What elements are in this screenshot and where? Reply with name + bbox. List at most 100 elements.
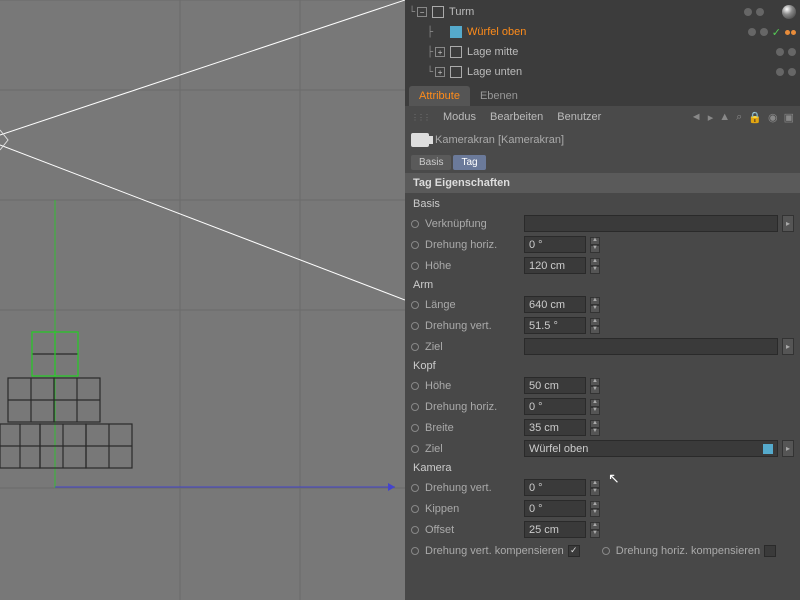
object-label[interactable]: Turm <box>449 6 736 18</box>
cube-icon <box>763 444 773 454</box>
sphere-icon <box>782 5 796 19</box>
visibility-dot[interactable] <box>760 28 768 36</box>
spinner[interactable]: ▲▼ <box>590 297 600 313</box>
prop-drehung-horiz: Drehung horiz. ▲▼ <box>405 234 800 255</box>
keyframe-dot[interactable] <box>411 403 419 411</box>
check-icon: ✓ <box>772 26 781 39</box>
prop-kopf-ziel: Ziel Würfel oben ▸ <box>405 438 800 459</box>
keyframe-dot[interactable] <box>411 424 419 432</box>
visibility-dot[interactable] <box>788 48 796 56</box>
hierarchy-item[interactable]: ├ + Lage mitte <box>405 42 800 62</box>
object-header: Kamerakran [Kamerakran] <box>405 128 800 152</box>
object-label[interactable]: Lage mitte <box>467 46 768 58</box>
spinner[interactable]: ▲▼ <box>590 318 600 334</box>
expand-toggle[interactable]: + <box>435 67 445 77</box>
keyframe-dot[interactable] <box>602 547 610 555</box>
nav-back-icon[interactable]: ◄ <box>691 111 702 124</box>
prop-kopf-hoehe: Höhe ▲▼ <box>405 375 800 396</box>
keyframe-dot[interactable] <box>411 484 419 492</box>
keyframe-dot[interactable] <box>411 301 419 309</box>
prop-laenge: Länge ▲▼ <box>405 294 800 315</box>
link-field[interactable] <box>524 338 778 355</box>
mode-tab-tag[interactable]: Tag <box>453 155 485 170</box>
target-icon[interactable]: ◉ <box>768 111 778 124</box>
nav-up-icon[interactable]: ▲ <box>719 111 730 124</box>
prop-kam-drehung-vert: Drehung vert. ▲▼ <box>405 477 800 498</box>
group-basis: Basis <box>405 195 800 213</box>
visibility-dot[interactable] <box>776 68 784 76</box>
group-kopf: Kopf <box>405 357 800 375</box>
object-label[interactable]: Würfel oben <box>467 26 740 38</box>
link-field[interactable] <box>524 215 778 232</box>
value-input[interactable] <box>524 257 586 274</box>
link-picker-icon[interactable]: ▸ <box>782 338 794 355</box>
visibility-dot[interactable] <box>748 28 756 36</box>
checkbox[interactable] <box>764 545 776 557</box>
group-kamera: Kamera <box>405 459 800 477</box>
mode-tab-basis[interactable]: Basis <box>411 155 451 170</box>
object-name: Kamerakran [Kamerakran] <box>435 134 564 146</box>
link-value: Würfel oben <box>529 443 588 455</box>
tab-attribute[interactable]: Attribute <box>409 86 470 106</box>
menu-benutzer[interactable]: Benutzer <box>557 111 601 123</box>
menu-bearbeiten[interactable]: Bearbeiten <box>490 111 543 123</box>
keyframe-dot[interactable] <box>411 505 419 513</box>
value-input[interactable] <box>524 521 586 538</box>
link-picker-icon[interactable]: ▸ <box>782 440 794 457</box>
object-label[interactable]: Lage unten <box>467 66 768 78</box>
keyframe-dot[interactable] <box>411 445 419 453</box>
spinner[interactable]: ▲▼ <box>590 420 600 436</box>
value-input[interactable] <box>524 377 586 394</box>
value-input[interactable] <box>524 398 586 415</box>
expand-toggle[interactable]: − <box>417 7 427 17</box>
value-input[interactable] <box>524 500 586 517</box>
spinner[interactable]: ▲▼ <box>590 501 600 517</box>
nav-fwd-icon[interactable]: ▸ <box>708 111 714 124</box>
keyframe-dot[interactable] <box>411 241 419 249</box>
tag-icon[interactable] <box>785 30 796 35</box>
keyframe-dot[interactable] <box>411 526 419 534</box>
value-input[interactable] <box>524 419 586 436</box>
visibility-dot[interactable] <box>744 8 752 16</box>
hierarchy-item[interactable]: └ − Turm <box>405 2 800 22</box>
checkbox[interactable]: ✓ <box>568 545 580 557</box>
keyframe-dot[interactable] <box>411 322 419 330</box>
keyframe-dot[interactable] <box>411 343 419 351</box>
spinner[interactable]: ▲▼ <box>590 378 600 394</box>
prop-verknuepfung: Verknüpfung ▸ <box>405 213 800 234</box>
hierarchy-item[interactable]: └ + Lage unten <box>405 62 800 82</box>
panel-tabs: Attribute Ebenen <box>405 84 800 106</box>
value-input[interactable] <box>524 479 586 496</box>
visibility-dot[interactable] <box>756 8 764 16</box>
spinner[interactable]: ▲▼ <box>590 237 600 253</box>
checkbox-label: Drehung horiz. kompensieren <box>616 545 760 557</box>
spinner[interactable]: ▲▼ <box>590 399 600 415</box>
viewport-3d[interactable] <box>0 0 405 600</box>
spinner[interactable]: ▲▼ <box>590 522 600 538</box>
prop-drehung-vert: Drehung vert. ▲▼ <box>405 315 800 336</box>
spinner[interactable]: ▲▼ <box>590 480 600 496</box>
search-icon[interactable]: ⌕ <box>736 111 742 124</box>
expand-toggle[interactable]: + <box>435 47 445 57</box>
new-window-icon[interactable]: ▣ <box>784 111 794 124</box>
visibility-dot[interactable] <box>776 48 784 56</box>
value-input[interactable] <box>524 296 586 313</box>
hierarchy-item[interactable]: ├ Würfel oben ✓ <box>405 22 800 42</box>
tab-ebenen[interactable]: Ebenen <box>470 86 528 106</box>
value-input[interactable] <box>524 236 586 253</box>
lock-icon[interactable]: 🔒 <box>748 111 762 124</box>
value-input[interactable] <box>524 317 586 334</box>
link-picker-icon[interactable]: ▸ <box>782 215 794 232</box>
section-title: Tag Eigenschaften <box>405 173 800 193</box>
spinner[interactable]: ▲▼ <box>590 258 600 274</box>
viewport-overlay <box>0 0 405 600</box>
menu-modus[interactable]: Modus <box>443 111 476 123</box>
visibility-dot[interactable] <box>788 68 796 76</box>
null-icon <box>450 66 462 78</box>
keyframe-dot[interactable] <box>411 220 419 228</box>
prop-kippen: Kippen ▲▼ <box>405 498 800 519</box>
link-field[interactable]: Würfel oben <box>524 440 778 457</box>
keyframe-dot[interactable] <box>411 382 419 390</box>
keyframe-dot[interactable] <box>411 262 419 270</box>
keyframe-dot[interactable] <box>411 547 419 555</box>
